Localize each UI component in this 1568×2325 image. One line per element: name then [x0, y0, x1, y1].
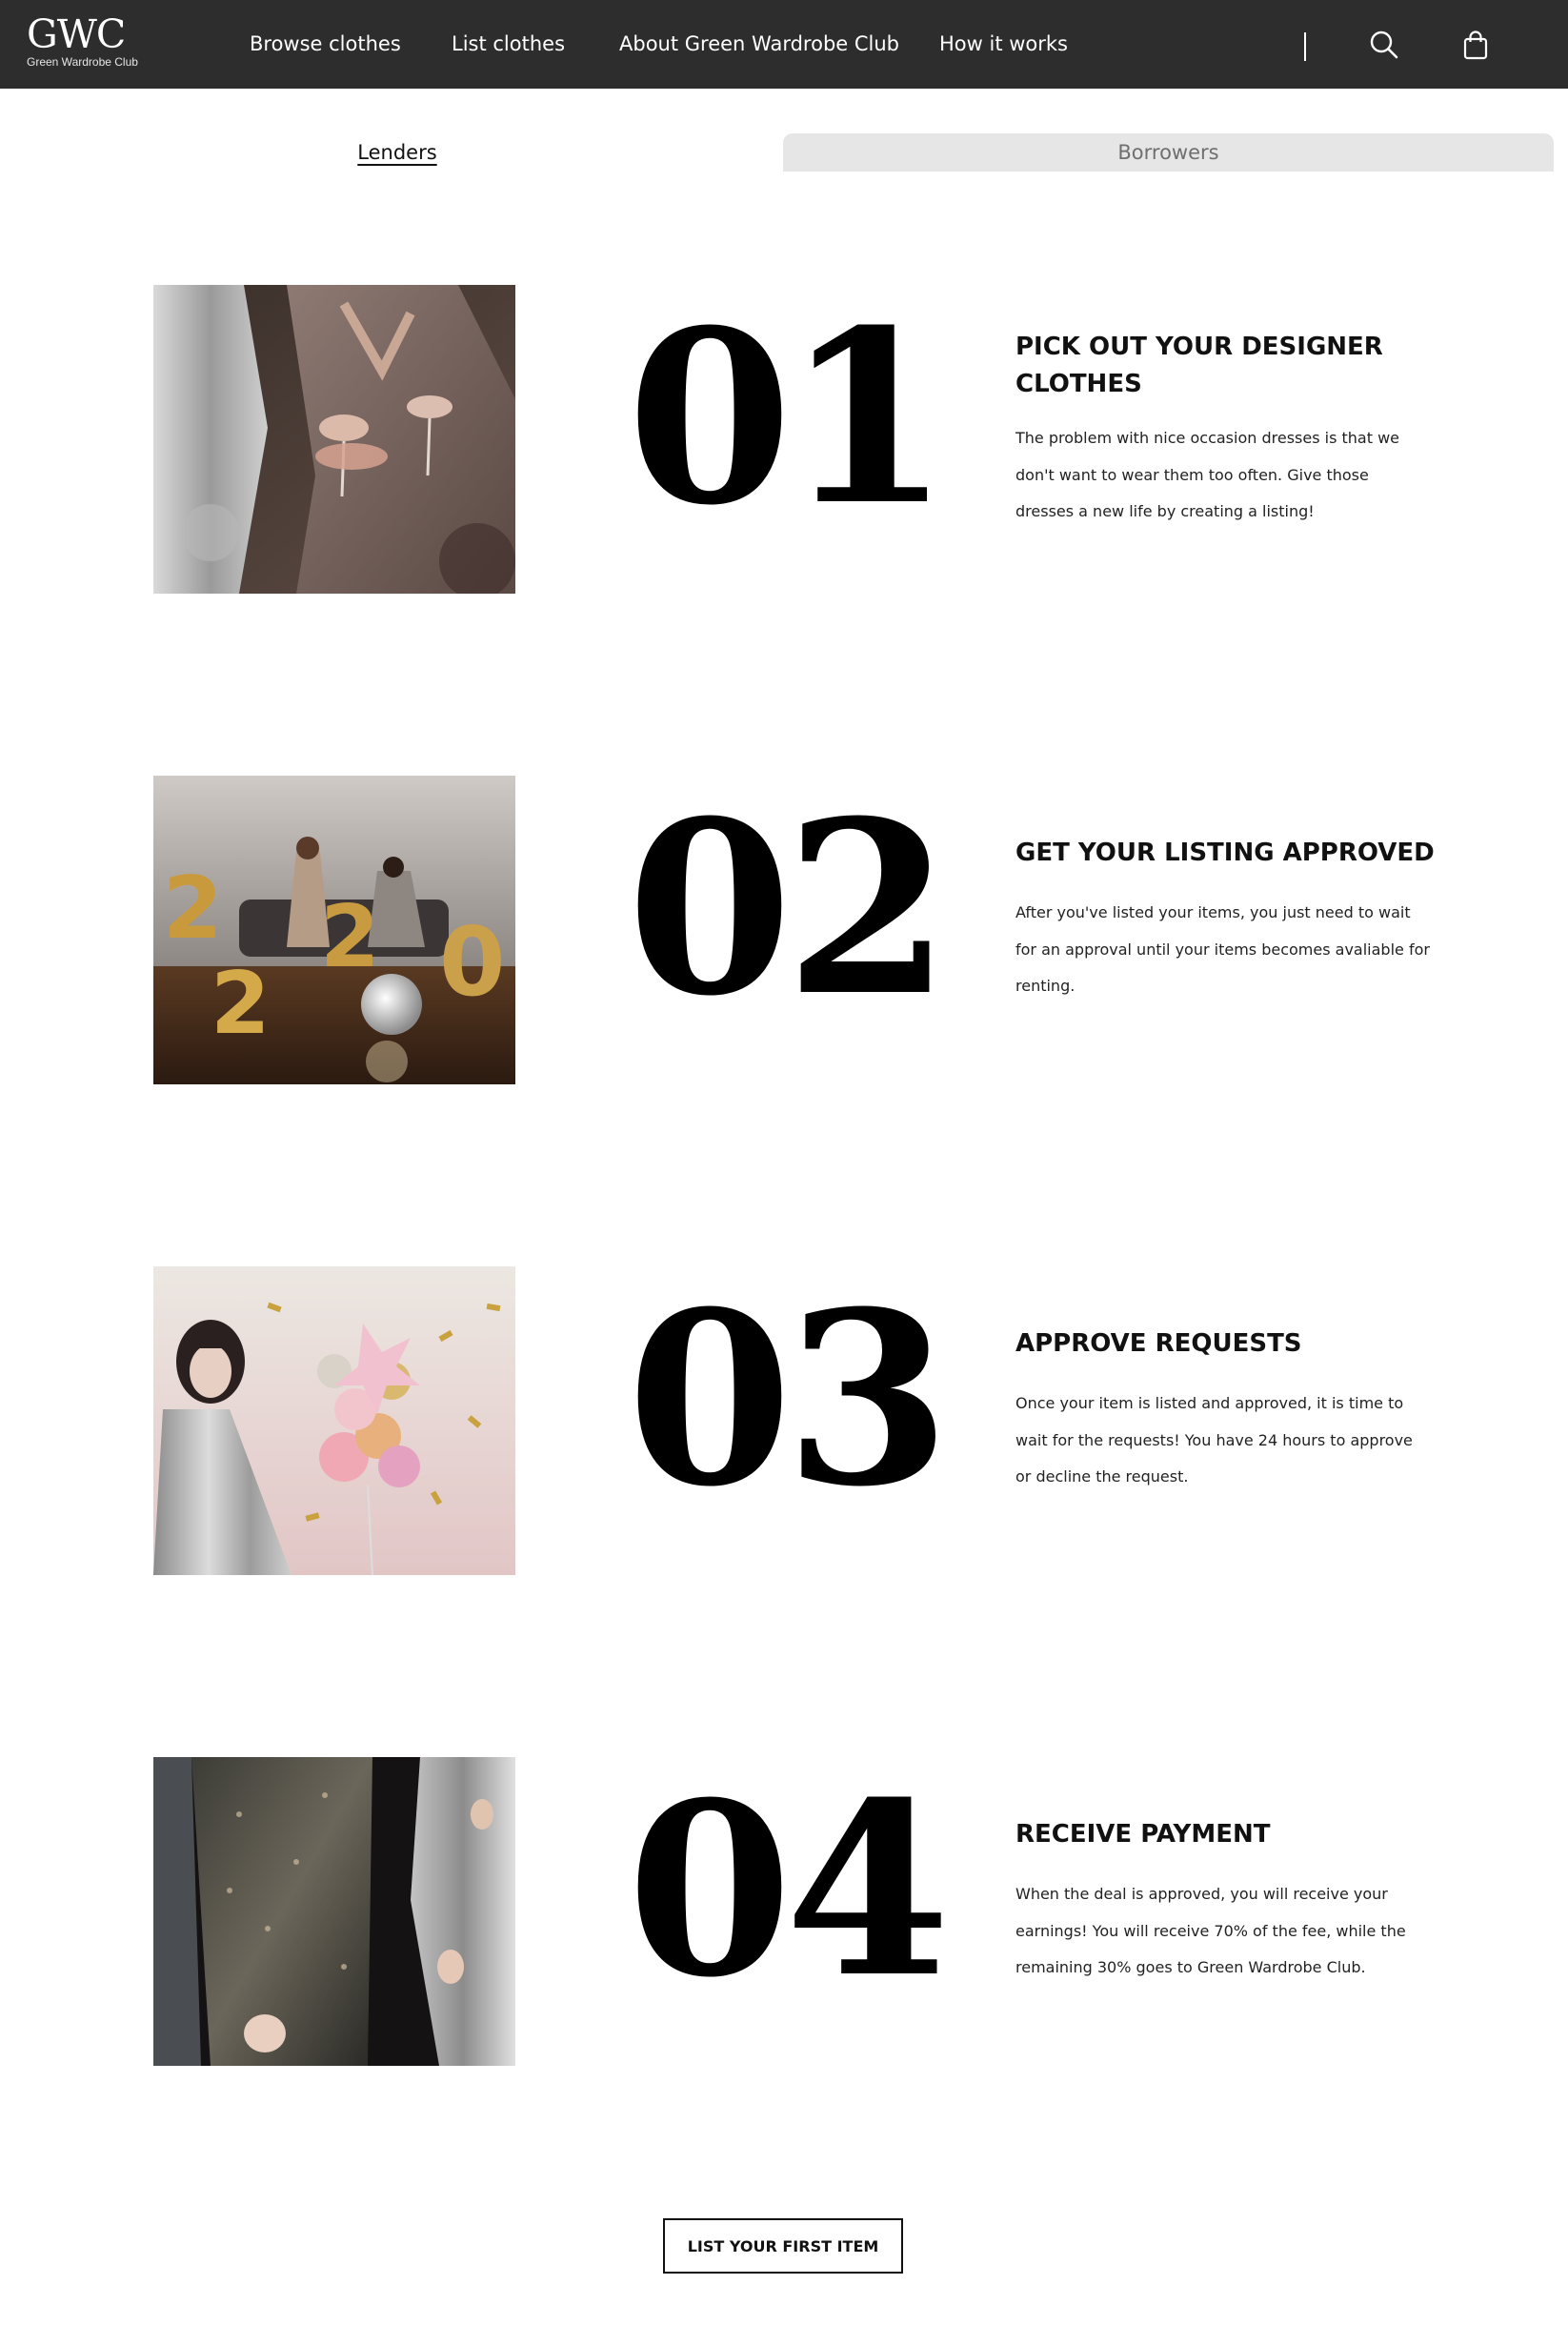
svg-text:2: 2	[211, 954, 271, 1054]
svg-text:2: 2	[320, 887, 380, 987]
step-1-number: 01	[627, 277, 951, 557]
svg-text:2: 2	[163, 859, 223, 959]
nav-list-clothes[interactable]: List clothes	[452, 30, 565, 57]
tab-borrowers[interactable]: Borrowers	[783, 133, 1554, 172]
shopping-bag-icon[interactable]	[1459, 29, 1492, 61]
tab-lenders[interactable]: Lenders	[0, 133, 794, 172]
step-3-description: Once your item is listed and approved, i…	[1015, 1394, 1413, 1486]
step-3-photo	[153, 1266, 515, 1575]
step-3-number: 03	[627, 1259, 951, 1539]
step-4-description: When the deal is approved, you will rece…	[1015, 1885, 1406, 1976]
step-4-photo	[153, 1757, 515, 2066]
logo[interactable]: GWC Green Wardrobe Club	[27, 13, 151, 74]
step-4-title: RECEIVE PAYMENT	[1015, 1820, 1271, 1849]
step-2-number: 02	[627, 768, 951, 1048]
logo-subtitle: Green Wardrobe Club	[27, 55, 138, 69]
step-1-description: The problem with nice occasion dresses i…	[1015, 429, 1399, 520]
step-3: 03 APPROVE REQUESTS Once your item is li…	[0, 1266, 1568, 1575]
nav-how-it-works[interactable]: How it works	[939, 30, 1068, 57]
nav-divider	[1304, 32, 1306, 61]
step-4-number: 04	[627, 1749, 951, 2030]
step-2-title: GET YOUR LISTING APPROVED	[1015, 839, 1435, 867]
top-navigation-bar: GWC Green Wardrobe Club Browse clothes L…	[0, 0, 1568, 89]
logo-mark: GWC	[27, 11, 126, 57]
step-4: 04 RECEIVE PAYMENT When the deal is appr…	[0, 1757, 1568, 2066]
search-icon[interactable]	[1368, 29, 1400, 61]
step-3-title: APPROVE REQUESTS	[1015, 1329, 1302, 1358]
step-2-description: After you've listed your items, you just…	[1015, 903, 1430, 995]
step-2: 2 2 2 0 02 GET YOUR LISTING APPROVED Aft…	[0, 776, 1568, 1084]
list-first-item-button[interactable]: LIST YOUR FIRST ITEM	[663, 2218, 903, 2274]
step-1: 01 PICK OUT YOUR DESIGNER CLOTHES The pr…	[0, 285, 1568, 594]
step-1-title: PICK OUT YOUR DESIGNER CLOTHES	[1015, 333, 1383, 398]
step-2-photo: 2 2 2 0	[153, 776, 515, 1084]
nav-about[interactable]: About Green Wardrobe Club	[619, 30, 899, 57]
step-1-photo	[153, 285, 515, 594]
tab-borrowers-label: Borrowers	[1117, 141, 1219, 164]
svg-text:0: 0	[439, 906, 506, 1018]
nav-browse-clothes[interactable]: Browse clothes	[250, 30, 401, 57]
tab-lenders-label: Lenders	[357, 141, 437, 164]
